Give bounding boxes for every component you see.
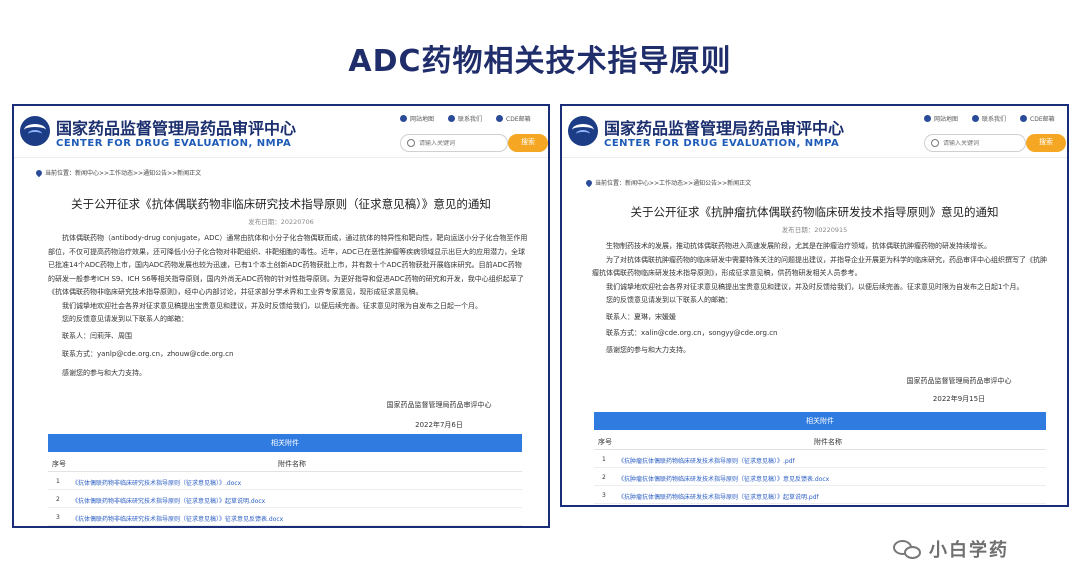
sitemap-icon (924, 115, 931, 122)
wechat-icon (893, 538, 923, 560)
attachments-bar: 相关附件 (48, 434, 522, 452)
paragraph-feedback: 我们诚挚地欢迎社会各界对征求意见稿提出宝贵意见和建议，并及时反馈给我们，以便后续… (606, 282, 1024, 291)
org-name-en: CENTER FOR DRUG EVALUATION, NMPA (56, 138, 292, 149)
contact-person: 联系人：闫莉萍、周围 (62, 331, 132, 340)
search-button[interactable]: 搜索 (1026, 134, 1066, 152)
attachment-link[interactable]: 《抗体偶联药物非临床研究技术指导原则（征求意见稿）》征求意见反馈表.docx (72, 514, 283, 523)
paragraph-intro: 生物制药技术的发展，推动抗体偶联药物进入高速发展阶段，尤其是在肿瘤治疗领域，抗体… (606, 242, 991, 250)
site-header: 国家药品监督管理局药品审评中心 CENTER FOR DRUG EVALUATI… (14, 106, 548, 158)
attachments-header: 序号 附件名称 (594, 434, 1046, 450)
signature: 国家药品监督管理局药品审评中心 2022年7月6日 (364, 398, 514, 432)
site-header: 国家药品监督管理局药品审评中心 CENTER FOR DRUG EVALUATI… (562, 106, 1067, 158)
search-icon (407, 139, 415, 147)
attachment-row: 1 《抗体偶联药物非临床研究技术指导原则（征求意见稿）》.docx (48, 474, 522, 490)
notice-body: 生物制药技术的发展，推动抗体偶联药物进入高速发展阶段，尤其是在肿瘤治疗领域，抗体… (592, 240, 1048, 357)
attachment-row: 1 《抗肿瘤抗体偶联药物临床研发技术指导原则（征求意见稿）》.pdf (594, 452, 1046, 468)
org-name-en: CENTER FOR DRUG EVALUATION, NMPA (604, 138, 840, 149)
org-name-cn: 国家药品监督管理局药品审评中心 (604, 119, 845, 138)
contact-link[interactable]: 联系我们 (972, 114, 1006, 123)
right-notice-screenshot: 国家药品监督管理局药品审评中心 CENTER FOR DRUG EVALUATI… (560, 104, 1069, 507)
attachment-row: 3 《抗肿瘤抗体偶联药物临床研发技术指导原则（征求意见稿）》起草说明.pdf (594, 488, 1046, 504)
sitemap-link[interactable]: 网站地图 (400, 114, 434, 123)
mail-icon (1020, 115, 1028, 122)
contact-link[interactable]: 联系我们 (448, 114, 482, 123)
paragraph-purpose: 为了对抗体偶联抗肿瘤药物的临床研发中需要特殊关注的问题提出建议，并指导企业开展更… (592, 255, 1047, 278)
slide-title: ADC药物相关技术指导原则 (348, 44, 732, 79)
paragraph-thanks: 感谢您的参与和大力支持。 (606, 345, 690, 354)
signature-org: 国家药品监督管理局药品审评中心 (386, 401, 492, 409)
attachment-row: 2 《抗肿瘤抗体偶联药物临床研发技术指导原则（征求意见稿）》意见反馈表.docx (594, 470, 1046, 486)
top-links: 网站地图 联系我们 CDE邮箱 (400, 114, 531, 123)
org-name-cn: 国家药品监督管理局药品审评中心 (56, 119, 297, 138)
signature-org: 国家药品监督管理局药品审评中心 (906, 377, 1012, 385)
watermark: 小白学药 (893, 536, 1009, 562)
cde-logo-icon (20, 116, 50, 146)
notice-title: 关于公开征求《抗肿瘤抗体偶联药物临床研发技术指导原则》意见的通知 (630, 205, 999, 219)
left-notice-screenshot: 国家药品监督管理局药品审评中心 CENTER FOR DRUG EVALUATI… (12, 104, 550, 528)
watermark-text: 小白学药 (929, 540, 1009, 561)
paragraph-thanks: 感谢您的参与和大力支持。 (62, 368, 146, 377)
search-box (400, 134, 508, 152)
breadcrumb: 当前位置：新闻中心>>工作动态>>通知公告>>新闻正文 (584, 178, 751, 187)
attachments-header: 序号 附件名称 (48, 456, 522, 472)
location-pin-icon (584, 178, 594, 187)
mail-icon (496, 115, 504, 122)
signature-date: 2022年7月6日 (415, 421, 463, 429)
search-icon (931, 139, 939, 147)
phone-icon (448, 115, 456, 122)
search-button[interactable]: 搜索 (508, 134, 548, 152)
location-pin-icon (34, 168, 44, 177)
publish-date: 发布日期：20220706 (248, 218, 314, 226)
attachment-link[interactable]: 《抗体偶联药物非临床研究技术指导原则（征求意见稿）》.docx (72, 478, 241, 487)
top-links: 网站地图 联系我们 CDE邮箱 (924, 114, 1055, 123)
cde-mail-link[interactable]: CDE邮箱 (1020, 114, 1055, 123)
publish-date: 发布日期：20220915 (781, 226, 848, 234)
search-box (924, 134, 1026, 152)
cde-mail-link[interactable]: CDE邮箱 (496, 114, 531, 123)
attachment-link[interactable]: 《抗体偶联药物非临床研究技术指导原则（征求意见稿）》起草说明.docx (72, 496, 265, 505)
attachment-link[interactable]: 《抗肿瘤抗体偶联药物临床研发技术指导原则（征求意见稿）》起草说明.pdf (618, 492, 819, 501)
attachment-row: 3 《抗体偶联药物非临床研究技术指导原则（征求意见稿）》征求意见反馈表.docx (48, 510, 522, 526)
sitemap-icon (400, 115, 407, 122)
attachment-row: 2 《抗体偶联药物非临床研究技术指导原则（征求意见稿）》起草说明.docx (48, 492, 522, 508)
attachment-link[interactable]: 《抗肿瘤抗体偶联药物临床研发技术指导原则（征求意见稿）》.pdf (618, 456, 795, 465)
paragraph-email-prompt: 您的反馈意见请发到以下联系人的邮箱： (62, 315, 188, 323)
phone-icon (972, 115, 980, 122)
paragraph-intro: 抗体偶联药物（antibody-drug conjugate，ADC）通常由抗体… (48, 234, 528, 296)
search-input[interactable] (415, 139, 507, 147)
contact-info: 联系方式：xalin@cde.org.cn，songyy@cde.org.cn (606, 329, 778, 337)
cde-logo-icon (568, 116, 598, 146)
attachments-bar: 相关附件 (594, 412, 1046, 430)
breadcrumb: 当前位置：新闻中心>>工作动态>>通知公告>>新闻正文 (34, 168, 201, 177)
signature-date: 2022年9月15日 (932, 395, 986, 403)
signature: 国家药品监督管理局药品审评中心 2022年9月15日 (884, 374, 1034, 406)
paragraph-feedback: 我们诚挚地欢迎社会各界对征求意见稿提出宝贵意见和建议，并及时反馈给我们，以便后续… (62, 301, 482, 310)
notice-body: 抗体偶联药物（antibody-drug conjugate，ADC）通常由抗体… (48, 232, 528, 380)
search-input[interactable] (939, 139, 1025, 147)
paragraph-email-prompt: 您的反馈意见请发到以下联系人的邮箱： (606, 296, 732, 304)
notice-title: 关于公开征求《抗体偶联药物非临床研究技术指导原则（征求意见稿）》意见的通知 (71, 197, 491, 211)
attachment-link[interactable]: 《抗肿瘤抗体偶联药物临床研发技术指导原则（征求意见稿）》意见反馈表.docx (618, 474, 829, 483)
sitemap-link[interactable]: 网站地图 (924, 114, 958, 123)
contact-info: 联系方式：yanlp@cde.org.cn，zhouw@cde.org.cn (62, 350, 234, 358)
contact-person: 联系人：夏琳，宋媛媛 (606, 312, 676, 321)
